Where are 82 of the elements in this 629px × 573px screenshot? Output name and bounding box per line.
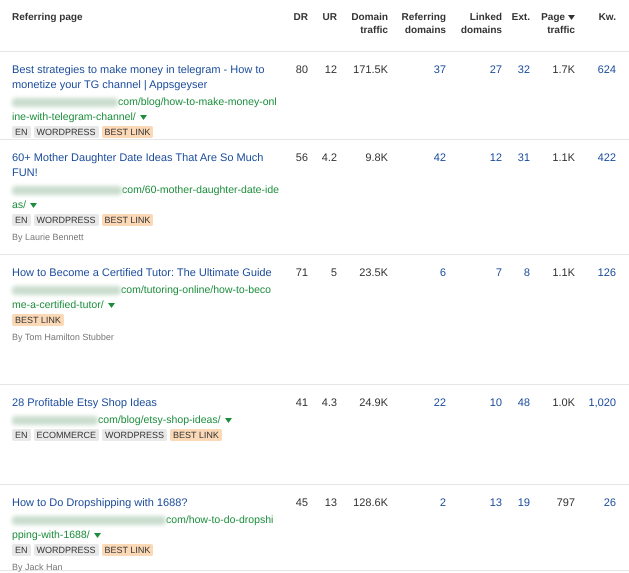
- tag: EN: [12, 544, 31, 556]
- page-title-link[interactable]: Best strategies to make money in telegram - How to monetize your TG channel | Appsgeyser: [12, 63, 279, 93]
- table-cell-text: 56: [294, 151, 308, 166]
- tag: WORDPRESS: [34, 126, 99, 138]
- table-cell[interactable]: 13: [446, 496, 502, 570]
- tag: BEST LINK: [102, 126, 154, 138]
- page-url-link[interactable]: com/blog/how-to-make-money-online-with-telegram-channel/: [12, 95, 279, 125]
- table-cell[interactable]: 126: [575, 266, 616, 384]
- table-cell[interactable]: 8: [502, 266, 530, 384]
- table-cell-text: 1.0K: [551, 396, 575, 411]
- table-cell[interactable]: 2: [388, 496, 446, 570]
- table-cell[interactable]: 31: [502, 151, 530, 254]
- author-text: By Tom Hamilton Stubber: [12, 331, 115, 343]
- table-cell[interactable]: 19: [502, 496, 530, 570]
- table-cell-text: 4.2: [320, 151, 337, 166]
- table-cell-text: 45: [294, 496, 308, 511]
- page-url-link[interactable]: com/60-mother-daughter-date-ideas/: [12, 183, 279, 213]
- table-cell-text: 9.8K: [364, 151, 388, 166]
- table-cell-text: 80: [294, 63, 308, 78]
- dropdown-caret-icon[interactable]: [140, 114, 147, 120]
- table-cell-text: 13: [324, 496, 337, 511]
- column-header[interactable]: Referring domains: [402, 11, 446, 37]
- table-cell[interactable]: 7: [446, 266, 502, 384]
- column-header[interactable]: Referring page: [12, 11, 83, 24]
- tag: WORDPRESS: [34, 544, 99, 556]
- table-cell-text: 5: [330, 266, 337, 281]
- table-cell[interactable]: 42: [388, 151, 446, 254]
- table-cell[interactable]: 32: [502, 63, 530, 139]
- column-header[interactable]: Ext.: [512, 11, 530, 24]
- column-header[interactable]: UR: [322, 11, 337, 24]
- author-text: By Jack Han: [12, 561, 64, 573]
- page-url-link[interactable]: com/how-to-do-dropshipping-with-1688/: [12, 513, 279, 543]
- table-cell-text: 797: [556, 496, 575, 511]
- table-cell[interactable]: 624: [575, 63, 616, 139]
- table-cell[interactable]: 6: [388, 266, 446, 384]
- sort-caret-icon: [568, 15, 575, 20]
- tag: BEST LINK: [102, 544, 154, 556]
- tag: ECOMMERCE: [34, 429, 100, 441]
- author-text: By Laurie Bennett: [12, 231, 85, 243]
- table-cell[interactable]: 22: [388, 396, 446, 484]
- tag: EN: [12, 214, 31, 226]
- column-header[interactable]: DR: [294, 11, 308, 24]
- table-cell-text: 1.7K: [551, 63, 575, 78]
- page-title-link[interactable]: How to Do Dropshipping with 1688?: [12, 496, 279, 511]
- table-cell-text: 41: [294, 396, 308, 411]
- table-cell-text: 24.9K: [358, 396, 388, 411]
- page-title-link[interactable]: 60+ Mother Daughter Date Ideas That Are So Much FUN!: [12, 151, 279, 181]
- column-header[interactable]: Kw.: [598, 11, 616, 24]
- table-cell[interactable]: 26: [575, 496, 616, 570]
- table-cell[interactable]: 12: [446, 151, 502, 254]
- page-title-link[interactable]: How to Become a Certified Tutor: The Ultimate Guide: [12, 266, 279, 281]
- tag: EN: [12, 429, 31, 441]
- table-cell[interactable]: 10: [446, 396, 502, 484]
- column-header[interactable]: Domain traffic: [351, 11, 388, 37]
- table-cell[interactable]: 48: [502, 396, 530, 484]
- dropdown-caret-icon[interactable]: [30, 202, 38, 208]
- page-url-link[interactable]: com/blog/etsy-shop-ideas/: [12, 413, 279, 428]
- table-cell[interactable]: 1,020: [575, 396, 616, 484]
- table-cell-text: 128.6K: [352, 496, 388, 511]
- table-cell-text: 1.1K: [551, 266, 575, 281]
- tag: BEST LINK: [102, 214, 154, 226]
- column-header[interactable]: Page traffic: [541, 11, 575, 37]
- page-url-link[interactable]: com/tutoring-online/how-to-become-a-certified-tutor/: [12, 283, 279, 313]
- table-cell-text: 23.5K: [358, 266, 388, 281]
- dropdown-caret-icon[interactable]: [108, 302, 115, 308]
- tag: WORDPRESS: [102, 429, 168, 441]
- table-cell[interactable]: 422: [575, 151, 616, 254]
- table-cell-text: 12: [324, 63, 337, 78]
- table-cell[interactable]: 37: [388, 63, 446, 139]
- tag: BEST LINK: [12, 314, 64, 326]
- dropdown-caret-icon[interactable]: [94, 532, 101, 538]
- table-cell-text: 1.1K: [551, 151, 575, 166]
- page-title-link[interactable]: 28 Profitable Etsy Shop Ideas: [12, 396, 279, 411]
- tag: BEST LINK: [170, 429, 222, 441]
- dropdown-caret-icon[interactable]: [224, 418, 232, 423]
- table-cell[interactable]: 27: [446, 63, 502, 139]
- table-cell-text: 171.5K: [352, 63, 388, 78]
- table-cell-text: 4.3: [320, 396, 337, 411]
- column-header[interactable]: Linked domains: [460, 11, 502, 37]
- table-cell-text: 71: [294, 266, 308, 281]
- tag: WORDPRESS: [34, 214, 99, 226]
- tag: EN: [12, 126, 31, 138]
